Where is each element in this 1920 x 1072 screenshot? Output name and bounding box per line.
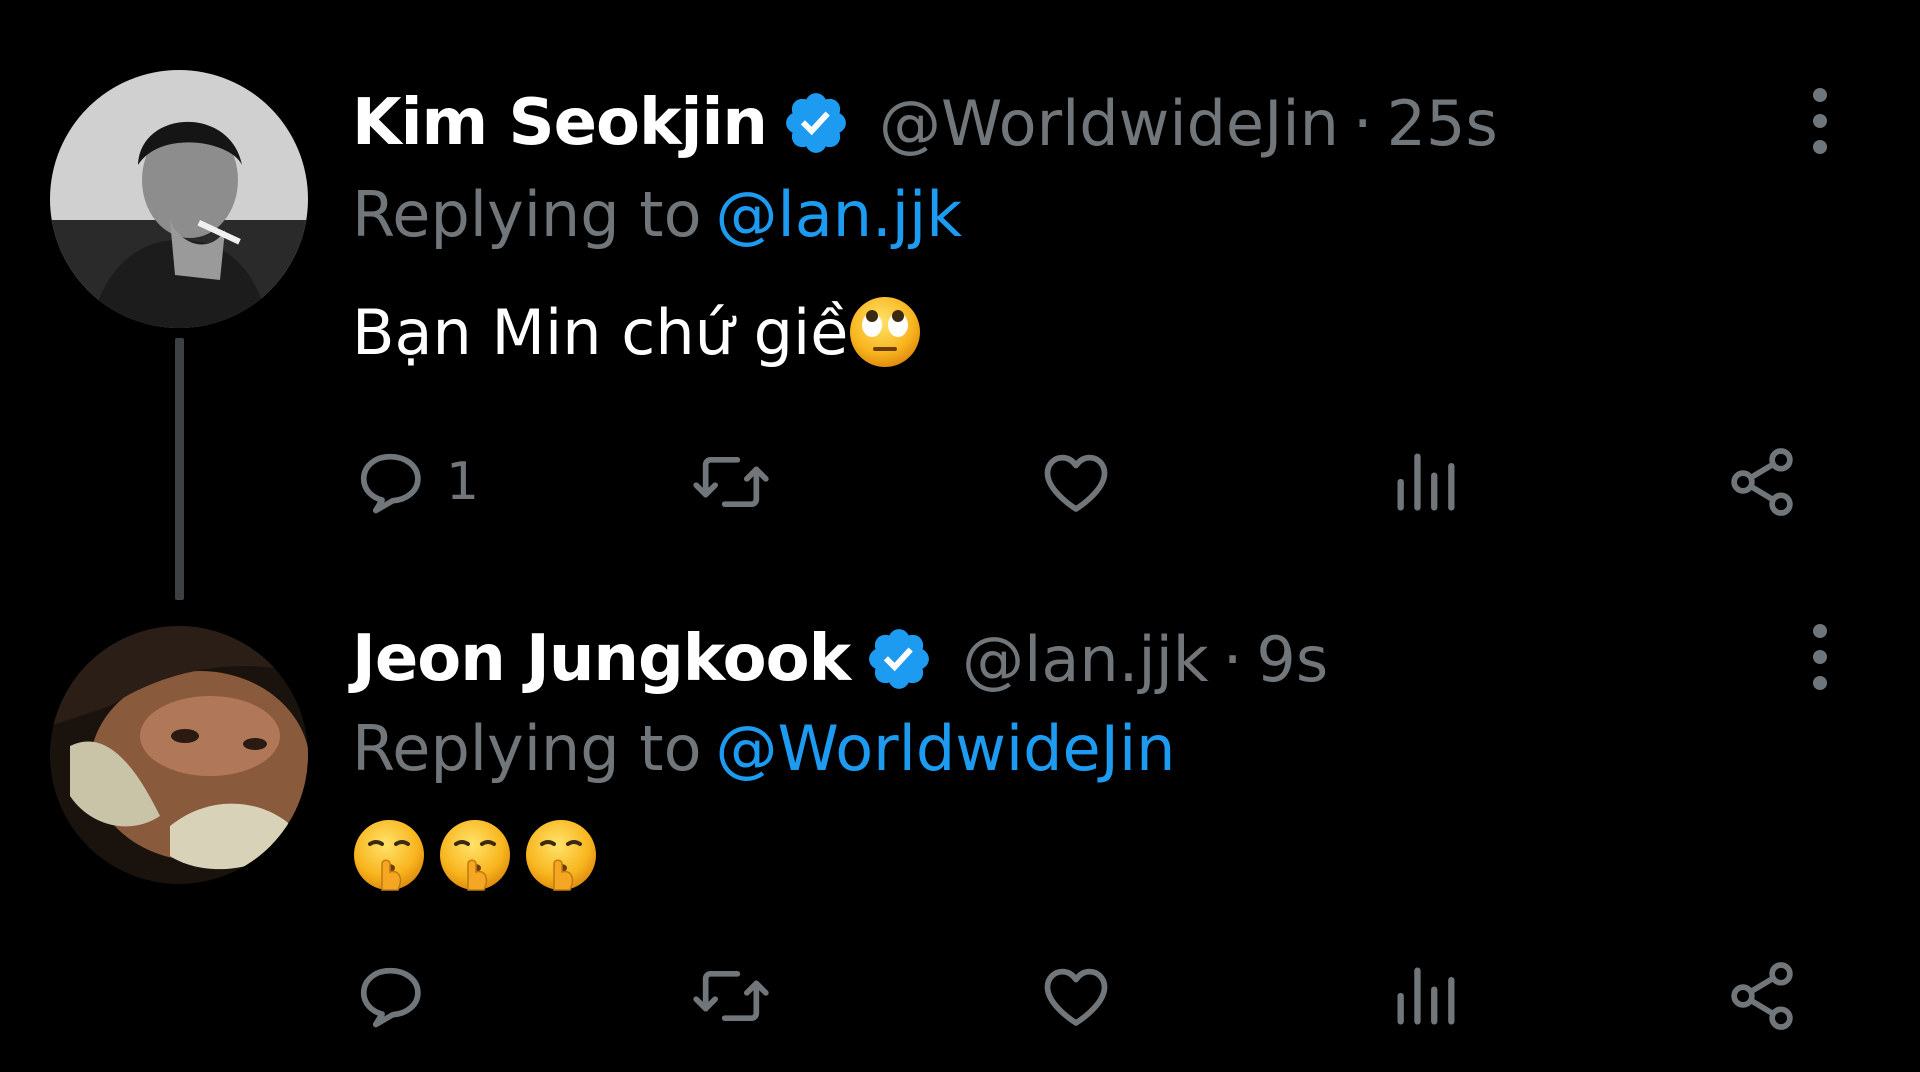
verified-badge-icon bbox=[864, 624, 934, 694]
reply-count: 1 bbox=[446, 452, 480, 512]
like-icon bbox=[1044, 454, 1108, 512]
timestamp[interactable]: 9s bbox=[1256, 623, 1328, 696]
handle[interactable]: @WorldwideJin bbox=[879, 87, 1339, 160]
reply-button[interactable] bbox=[352, 956, 428, 1036]
avatar[interactable] bbox=[50, 70, 308, 328]
tweet-text-content: Bạn Min chứ giề bbox=[352, 295, 849, 369]
tweet-text: Bạn Min chứ giề bbox=[352, 295, 934, 369]
handle[interactable]: @lan.jjk bbox=[962, 623, 1209, 696]
share-icon bbox=[1731, 962, 1793, 1030]
action-bar: 1 bbox=[352, 442, 1802, 522]
like-button[interactable] bbox=[1038, 442, 1114, 522]
retweet-button[interactable] bbox=[688, 956, 774, 1036]
tweet-text bbox=[352, 818, 610, 892]
replying-to: Replying to @lan.jjk bbox=[352, 178, 962, 251]
timestamp[interactable]: 25s bbox=[1387, 87, 1498, 160]
retweet-icon bbox=[693, 456, 769, 508]
more-options-icon[interactable] bbox=[1812, 624, 1828, 690]
replying-to: Replying to @WorldwideJin bbox=[352, 712, 1175, 785]
retweet-button[interactable] bbox=[688, 442, 774, 522]
share-button[interactable] bbox=[1724, 442, 1800, 522]
tweet[interactable]: Kim Seokjin @WorldwideJin · 25s Replying… bbox=[0, 0, 1920, 600]
shushing-face-emoji bbox=[440, 820, 510, 891]
views-button[interactable] bbox=[1388, 442, 1464, 522]
replying-label: Replying to bbox=[352, 178, 702, 251]
views-icon bbox=[1397, 967, 1455, 1025]
reply-button[interactable]: 1 bbox=[352, 442, 479, 522]
replying-label: Replying to bbox=[352, 712, 702, 785]
reply-icon bbox=[360, 453, 421, 514]
like-icon bbox=[1044, 968, 1108, 1026]
separator: · bbox=[1222, 622, 1243, 696]
mention-link[interactable]: @lan.jjk bbox=[716, 178, 963, 251]
verified-badge-icon bbox=[781, 88, 851, 158]
share-button[interactable] bbox=[1724, 956, 1800, 1036]
action-bar bbox=[352, 956, 1802, 1036]
shushing-face-emoji bbox=[526, 820, 596, 891]
display-name[interactable]: Jeon Jungkook bbox=[352, 622, 851, 696]
avatar-photo bbox=[50, 70, 308, 328]
shushing-face-emoji bbox=[354, 820, 424, 891]
mention-link[interactable]: @WorldwideJin bbox=[716, 712, 1176, 785]
avatar-photo bbox=[50, 626, 308, 884]
tweet-header: Jeon Jungkook @lan.jjk · 9s bbox=[352, 622, 1328, 696]
views-button[interactable] bbox=[1388, 956, 1464, 1036]
more-options-icon[interactable] bbox=[1812, 88, 1828, 154]
separator: · bbox=[1352, 86, 1373, 160]
share-icon bbox=[1731, 448, 1793, 516]
tweet[interactable]: Jeon Jungkook @lan.jjk · 9s Replying to @… bbox=[0, 560, 1920, 1072]
retweet-icon bbox=[693, 970, 769, 1022]
like-button[interactable] bbox=[1038, 956, 1114, 1036]
reply-icon bbox=[360, 967, 421, 1028]
tweet-header: Kim Seokjin @WorldwideJin · 25s bbox=[352, 86, 1498, 160]
display-name[interactable]: Kim Seokjin bbox=[352, 86, 768, 160]
avatar[interactable] bbox=[50, 626, 308, 884]
views-icon bbox=[1397, 453, 1455, 511]
face-with-rolling-eyes-emoji bbox=[850, 297, 921, 367]
